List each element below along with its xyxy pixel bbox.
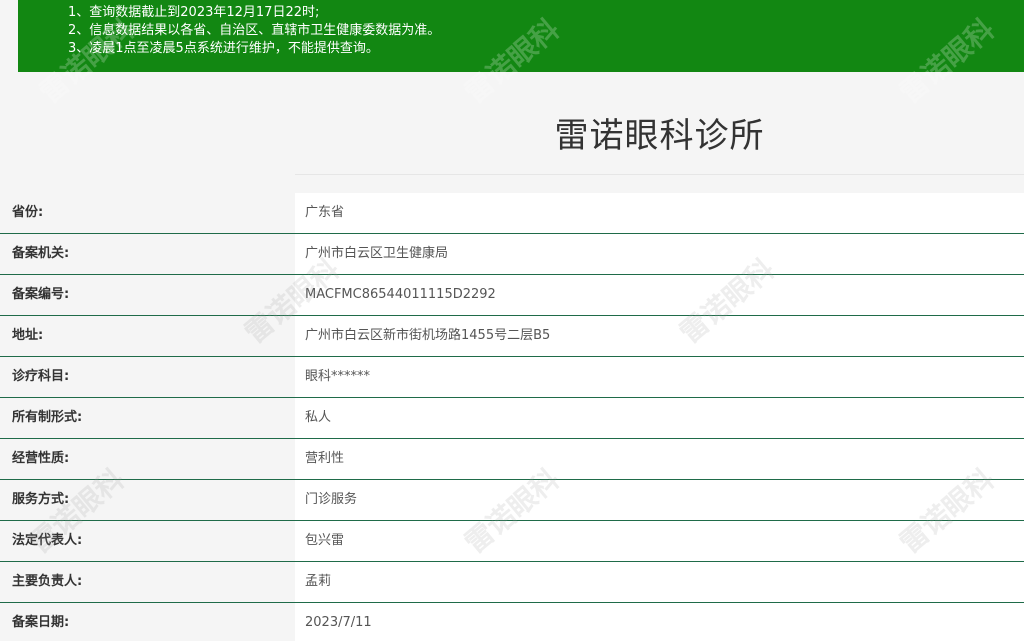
row-value: 私人	[295, 398, 1024, 438]
row-label: 法定代表人:	[0, 521, 295, 561]
row-value: 孟莉	[295, 562, 1024, 602]
row-label: 主要负责人:	[0, 562, 295, 602]
row-value: 广州市白云区卫生健康局	[295, 234, 1024, 274]
notice-line-1: 1、查询数据截止到2023年12月17日22时;	[68, 5, 320, 20]
table-row-registration-number: 备案编号: MACFMC86544011115D2292	[0, 275, 1024, 316]
title-area: 雷诺眼科诊所	[295, 96, 1024, 175]
notice-banner: 1、查询数据截止到2023年12月17日22时; 2、信息数据结果以各省、自治区…	[18, 0, 1024, 72]
info-table: 省份: 广东省 备案机关: 广州市白云区卫生健康局 备案编号: MACFMC86…	[0, 193, 1024, 641]
table-row-address: 地址: 广州市白云区新市街机场路1455号二层B5	[0, 316, 1024, 357]
notice-line-3: 3、凌晨1点至凌晨5点系统进行维护，不能提供查询。	[68, 41, 379, 56]
row-value: 2023/7/11	[295, 603, 1024, 641]
table-row-legal-representative: 法定代表人: 包兴雷	[0, 521, 1024, 562]
row-label: 服务方式:	[0, 480, 295, 520]
row-value: 眼科******	[295, 357, 1024, 397]
table-row-departments: 诊疗科目: 眼科******	[0, 357, 1024, 398]
row-label: 地址:	[0, 316, 295, 356]
row-label: 备案编号:	[0, 275, 295, 315]
row-value: 营利性	[295, 439, 1024, 479]
row-label: 备案日期:	[0, 603, 295, 641]
table-row-registration-date: 备案日期: 2023/7/11	[0, 603, 1024, 641]
row-value: 包兴雷	[295, 521, 1024, 561]
row-label: 诊疗科目:	[0, 357, 295, 397]
table-row-principal: 主要负责人: 孟莉	[0, 562, 1024, 603]
page-title: 雷诺眼科诊所	[554, 116, 765, 156]
page: 1、查询数据截止到2023年12月17日22时; 2、信息数据结果以各省、自治区…	[0, 0, 1024, 641]
table-row-service-mode: 服务方式: 门诊服务	[0, 480, 1024, 521]
row-label: 备案机关:	[0, 234, 295, 274]
row-value: MACFMC86544011115D2292	[295, 275, 1024, 315]
row-value: 广州市白云区新市街机场路1455号二层B5	[295, 316, 1024, 356]
row-label: 省份:	[0, 193, 295, 233]
row-value: 门诊服务	[295, 480, 1024, 520]
table-row-business-nature: 经营性质: 营利性	[0, 439, 1024, 480]
table-row-province: 省份: 广东省	[0, 193, 1024, 234]
table-row-ownership: 所有制形式: 私人	[0, 398, 1024, 439]
notice-line-2: 2、信息数据结果以各省、自治区、直辖市卫生健康委数据为准。	[68, 23, 441, 38]
row-label: 经营性质:	[0, 439, 295, 479]
row-label: 所有制形式:	[0, 398, 295, 438]
table-row-authority: 备案机关: 广州市白云区卫生健康局	[0, 234, 1024, 275]
row-value: 广东省	[295, 193, 1024, 233]
